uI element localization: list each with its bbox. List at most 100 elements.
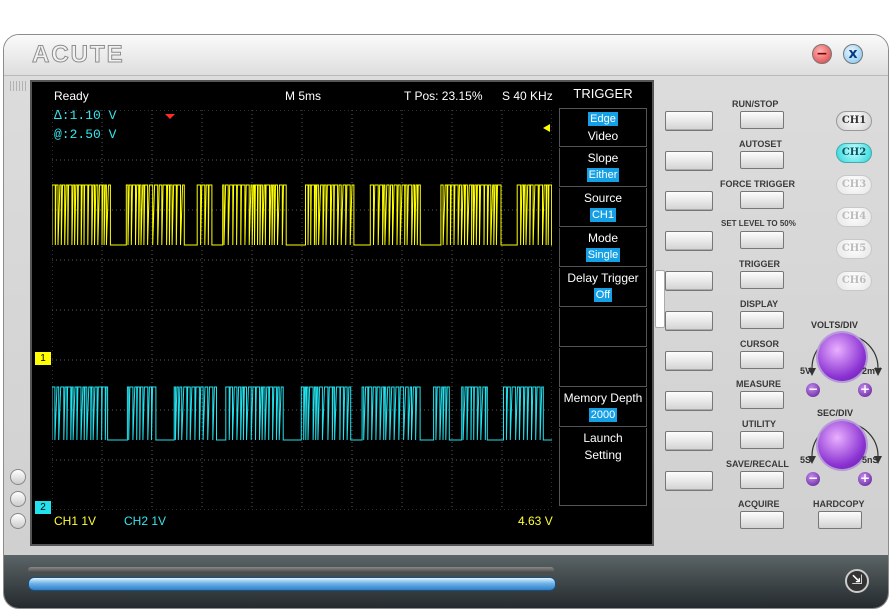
menu-cell-empty[interactable] [559,308,647,347]
hardcopy-button[interactable] [818,511,862,529]
run-stop-button[interactable] [740,111,784,129]
menu-cell-source[interactable]: Source CH1 [559,188,647,227]
hardcopy-label: HARDCOPY [813,499,865,509]
set-level-label: SET LEVEL TO 50% [721,219,796,228]
status-sample-rate: S 40 KHz [502,89,553,103]
utility-label: UTILITY [742,419,776,429]
progress-bar [28,577,556,591]
status-timebase: M 5ms [285,89,321,103]
utility-button[interactable] [740,431,784,449]
panel-splitter-handle[interactable] [655,270,665,328]
resize-grip-icon[interactable] [10,81,26,91]
softkey-2-button[interactable] [665,151,713,171]
progress-track [28,567,554,573]
softkey-6-button[interactable] [665,311,713,331]
collapse-icon[interactable]: ⇲ [845,569,869,593]
title-bar[interactable]: ACUTE − x [4,35,888,76]
acquire-label: ACQUIRE [738,499,780,509]
volts-div-min: 5V [800,366,812,376]
volts-div-max: 2mV [862,366,882,376]
side-option-button[interactable] [10,469,26,485]
menu-mode-label: Mode [587,231,619,245]
menu-launch-label: Launch [583,431,623,445]
ch1-scale: CH1 1V [54,514,97,528]
force-trigger-button[interactable] [740,191,784,209]
ch2-scale: CH2 1V [124,514,167,528]
menu-cell-slope[interactable]: Slope Either [559,148,647,187]
save-recall-label: SAVE/RECALL [726,459,789,469]
softkey-7-button[interactable] [665,351,713,371]
run-stop-label: RUN/STOP [732,99,779,109]
menu-slope-label: Slope [587,151,619,165]
display-button[interactable] [740,311,784,329]
softkey-9-button[interactable] [665,431,713,451]
status-trigger-pos: T Pos: 23.15% [404,89,483,103]
minimize-button[interactable]: − [812,44,832,64]
cursor-button[interactable] [740,351,784,369]
measure-label: MEASURE [736,379,782,389]
channel-2-button[interactable]: CH2 [836,143,872,163]
sec-div-minus-button[interactable]: − [806,472,820,486]
menu-cell-launch[interactable]: Launch Setting [559,428,647,506]
cursor-label: CURSOR [740,339,780,349]
sec-div-max: 5nS [862,455,879,465]
menu-delay-label: Delay Trigger [567,271,639,285]
menu-setting-label: Setting [584,448,622,462]
channel-1-button[interactable]: CH1 [836,111,872,131]
menu-delay-value: Off [593,288,613,302]
channel-4-button[interactable]: CH4 [836,207,872,227]
save-recall-button[interactable] [740,471,784,489]
menu-source-label: Source [583,191,623,205]
force-trigger-label: FORCE TRIGGER [720,179,796,189]
menu-slope-value: Either [586,168,620,182]
volts-div-minus-button[interactable]: − [806,383,820,397]
side-option-button[interactable] [10,513,26,529]
sec-div-min: 5S [800,455,812,465]
status-state: Ready [54,89,89,103]
volts-div-knob[interactable] [818,333,866,381]
bottom-bar [4,555,888,608]
menu-mode-value: Single [585,248,621,262]
waveform-grid[interactable] [52,110,552,510]
volts-div-title: VOLTS/DIV [811,320,858,330]
menu-video-option[interactable]: Video [560,129,646,143]
menu-edge-option[interactable]: Edge [588,112,618,126]
autoset-button[interactable] [740,151,784,169]
autoset-label: AUTOSET [739,139,782,149]
softkey-5-button[interactable] [665,271,713,291]
softkey-10-button[interactable] [665,471,713,491]
acquire-button[interactable] [740,511,784,529]
trigger-button[interactable] [740,271,784,289]
scope-screen: Ready M 5ms T Pos: 23.15% S 40 KHz ∆:1.1… [30,80,654,546]
close-button[interactable]: x [843,44,863,64]
sec-div-knob[interactable] [818,421,866,469]
channel-6-button[interactable]: CH6 [836,271,872,291]
trigger-menu-title: TRIGGER [573,86,633,101]
measure-button[interactable] [740,391,784,409]
volts-div-plus-button[interactable]: + [858,383,872,397]
sec-div-title: SEC/DIV [817,408,854,418]
sec-div-plus-button[interactable]: + [858,472,872,486]
channel-3-button[interactable]: CH3 [836,175,872,195]
softkey-8-button[interactable] [665,391,713,411]
set-level-button[interactable] [740,231,784,249]
menu-cell-memory[interactable]: Memory Depth 2000 [559,388,647,427]
app-logo: ACUTE [32,41,125,69]
menu-source-value: CH1 [589,208,616,222]
trigger-position-marker-icon [165,114,175,119]
ch1-ground-marker[interactable]: 1 [35,352,51,365]
trigger-level-marker-icon [543,124,550,132]
trigger-menu: TRIGGER Edge Video Slope Either Source C… [559,86,647,506]
softkey-4-button[interactable] [665,231,713,251]
trigger-label: TRIGGER [739,259,781,269]
measure-value: 4.63 V [518,514,553,528]
menu-cell-empty[interactable] [559,348,647,387]
softkey-3-button[interactable] [665,191,713,211]
menu-cell-mode[interactable]: Mode Single [559,228,647,267]
ch2-ground-marker[interactable]: 2 [35,501,51,514]
channel-5-button[interactable]: CH5 [836,239,872,259]
menu-cell-delay[interactable]: Delay Trigger Off [559,268,647,307]
menu-cell-type[interactable]: Edge Video [559,108,647,147]
side-option-button[interactable] [10,491,26,507]
softkey-1-button[interactable] [665,111,713,131]
